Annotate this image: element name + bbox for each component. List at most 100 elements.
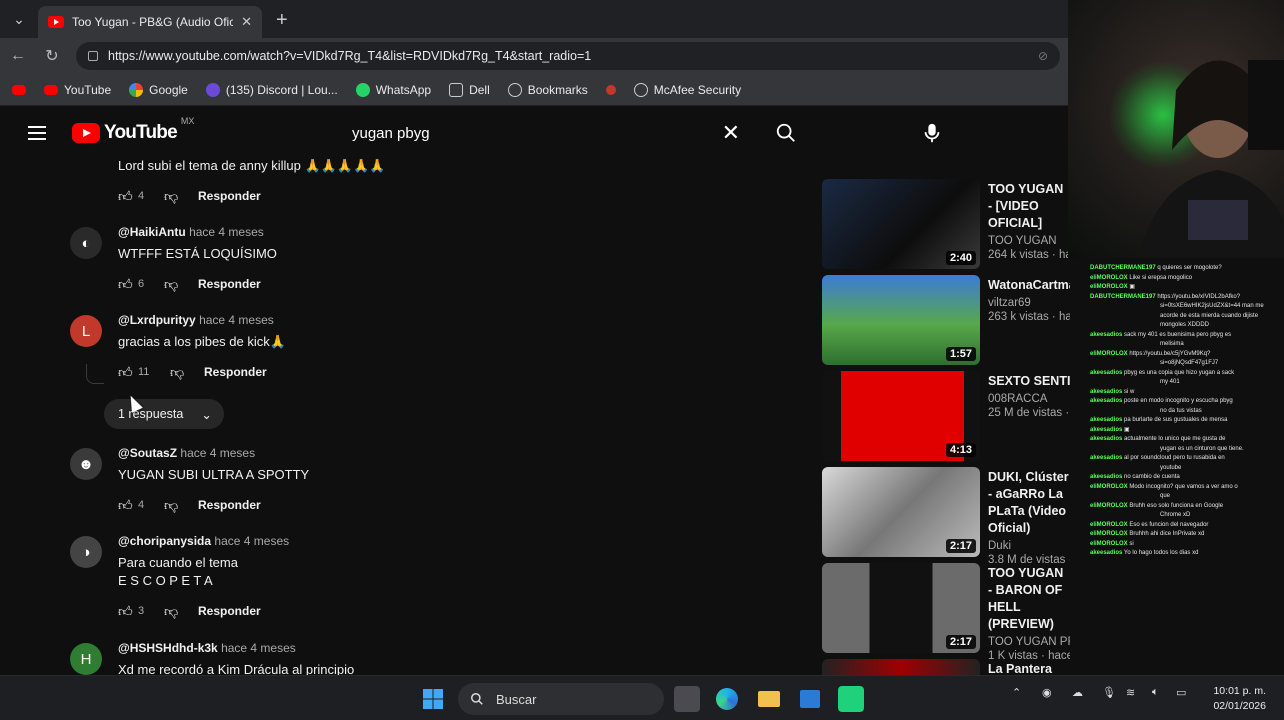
video-channel[interactable]: TOO YUGAN PREVIEW	[988, 636, 1070, 648]
video-channel[interactable]: TOO YUGAN	[988, 235, 1070, 247]
reply-button[interactable]: Responder	[198, 604, 261, 618]
like-icon[interactable]: 👍︎	[118, 603, 138, 620]
bookmark-google[interactable]: Google	[129, 82, 188, 97]
video-item[interactable]: 2:40 TOO YUGAN - [VIDEO OFICIAL] TOO YUG…	[820, 179, 1070, 269]
site-info-icon[interactable]	[88, 51, 98, 61]
comment-author[interactable]: @Lxrdpurityy	[118, 313, 196, 327]
video-title[interactable]: SEXTO SENTIDO - 008RACCA	[988, 373, 1070, 390]
chat-username[interactable]: akeesadios	[1090, 455, 1122, 461]
video-title[interactable]: WatonaCartman	[988, 277, 1070, 294]
video-title[interactable]: TOO YUGAN - BARON OF HELL (PREVIEW)	[988, 565, 1070, 633]
chat-username[interactable]: akeesadios	[1090, 474, 1122, 480]
bookmark-youtube[interactable]: YouTube	[44, 83, 111, 97]
comment-author[interactable]: @HaikiAntu	[118, 225, 186, 239]
back-arrow-icon[interactable]: ←	[8, 47, 28, 65]
avatar[interactable]: ☻	[70, 448, 102, 480]
bookmark-bookmarks[interactable]: Bookmarks	[507, 82, 588, 97]
chat-username[interactable]: eliMOROLOX	[1090, 503, 1128, 509]
url-text[interactable]: https://www.youtube.com/watch?v=VIDkd7Rg…	[108, 49, 1028, 63]
chat-username[interactable]: eliMOROLOX	[1090, 351, 1128, 357]
clear-search-icon[interactable]: ✕	[722, 120, 740, 146]
video-item[interactable]: 2:17 TOO YUGAN - BARON OF HELL (PREVIEW)…	[820, 563, 1070, 662]
chat-username[interactable]: akeesadios	[1090, 389, 1122, 395]
tracking-prevention-icon[interactable]: ⊘	[1038, 49, 1048, 63]
chat-username[interactable]: eliMOROLOX	[1090, 531, 1128, 537]
chat-username[interactable]: akeesadios	[1090, 436, 1122, 442]
video-thumbnail[interactable]: 1:57	[822, 275, 980, 365]
clock[interactable]: 10:01 p. m. 02/01/2026	[1206, 684, 1266, 714]
browser-tab[interactable]: Too Yugan - PB&G (Audio Oficial) ✕	[38, 6, 262, 38]
chat-username[interactable]: akeesadios	[1090, 550, 1122, 556]
app-icon[interactable]	[838, 686, 864, 712]
avatar[interactable]: H	[70, 643, 102, 675]
video-thumbnail[interactable]: 4:13	[822, 371, 980, 461]
avatar[interactable]: ◑	[70, 536, 102, 568]
taskbar-search[interactable]: Buscar	[458, 683, 664, 715]
youtube-logo[interactable]: YouTube MX	[72, 116, 194, 144]
tray-battery-icon[interactable]: ▭	[1176, 686, 1186, 699]
video-item[interactable]: La Pantera	[820, 659, 1070, 675]
url-bar[interactable]: https://www.youtube.com/watch?v=VIDkd7Rg…	[76, 42, 1060, 70]
video-item[interactable]: 4:13 SEXTO SENTIDO - 008RACCA 008RACCA 2…	[820, 371, 1070, 461]
search-button[interactable]	[764, 115, 808, 151]
chat-username[interactable]: akeesadios	[1090, 370, 1122, 376]
edge-browser-icon[interactable]	[714, 686, 740, 712]
comment-author[interactable]: @HSHSHdhd-k3k	[118, 641, 218, 655]
comment-author[interactable]: @choripanysida	[118, 534, 211, 548]
dislike-icon[interactable]: 👎︎	[164, 188, 198, 205]
dislike-icon[interactable]: 👎︎	[170, 364, 204, 381]
avatar[interactable]: L	[70, 315, 102, 347]
comment-time[interactable]: hace 4 meses	[180, 446, 255, 460]
video-thumbnail[interactable]: 2:17	[822, 467, 980, 557]
chat-username[interactable]: DABUTCHERMANE197	[1090, 265, 1156, 271]
tray-volume-icon[interactable]: 🔈︎	[1152, 686, 1159, 699]
chat-username[interactable]: eliMOROLOX	[1090, 522, 1128, 528]
chat-username[interactable]: eliMOROLOX	[1090, 541, 1128, 547]
file-explorer-icon[interactable]	[756, 686, 782, 712]
video-thumbnail[interactable]: 2:40	[822, 179, 980, 269]
reply-button[interactable]: Responder	[198, 277, 261, 291]
tab-list-chevron-icon[interactable]: ⌄	[6, 6, 32, 32]
task-view-icon[interactable]	[674, 686, 700, 712]
reply-button[interactable]: Responder	[198, 498, 261, 512]
bookmark-youtube-icon-only[interactable]	[12, 84, 26, 95]
comment-time[interactable]: hace 4 meses	[221, 641, 296, 655]
store-icon[interactable]	[797, 686, 823, 712]
video-channel[interactable]: 008RACCA	[988, 393, 1070, 405]
chat-username[interactable]: akeesadios	[1090, 417, 1122, 423]
like-icon[interactable]: 👍︎	[118, 276, 138, 293]
new-tab-icon[interactable]: +	[276, 9, 288, 32]
bookmark-extension[interactable]	[605, 84, 616, 95]
video-title[interactable]: DUKI, Clúster - aGaRRo La PLaTa (Video O…	[988, 469, 1070, 537]
avatar[interactable]: ◐	[70, 227, 102, 259]
bookmark-dell[interactable]: Dell	[449, 82, 490, 97]
chat-username[interactable]: akeesadios	[1090, 427, 1122, 433]
video-thumbnail[interactable]: 2:17	[822, 563, 980, 653]
windows-start-icon[interactable]	[420, 686, 446, 712]
video-item[interactable]: 1:57 WatonaCartman viltzar69 263 k vista…	[820, 275, 1070, 365]
video-channel[interactable]: Duki	[988, 540, 1070, 552]
dislike-icon[interactable]: 👎︎	[164, 276, 198, 293]
tray-wifi-icon[interactable]: ≋	[1126, 686, 1135, 699]
dislike-icon[interactable]: 👎︎	[164, 497, 198, 514]
chat-username[interactable]: akeesadios	[1090, 398, 1122, 404]
video-item[interactable]: 2:17 DUKI, Clúster - aGaRRo La PLaTa (Vi…	[820, 467, 1070, 566]
video-title[interactable]: TOO YUGAN - [VIDEO OFICIAL]	[988, 181, 1070, 232]
comment-time[interactable]: hace 4 meses	[189, 225, 264, 239]
like-icon[interactable]: 👍︎	[118, 364, 138, 381]
tray-network-icon[interactable]: ☁	[1072, 686, 1083, 699]
bookmark-whatsapp[interactable]: WhatsApp	[355, 82, 431, 97]
chat-username[interactable]: eliMOROLOX	[1090, 275, 1128, 281]
like-icon[interactable]: 👍︎	[118, 497, 138, 514]
voice-search-button[interactable]	[912, 115, 952, 151]
video-thumbnail[interactable]	[822, 659, 980, 675]
comment-time[interactable]: hace 4 meses	[199, 313, 274, 327]
comment-time[interactable]: hace 4 meses	[214, 534, 289, 548]
search-bar[interactable]: yugan pbyg ✕	[338, 115, 808, 151]
chat-username[interactable]: akeesadios	[1090, 332, 1122, 338]
close-tab-icon[interactable]: ✕	[241, 14, 252, 30]
video-channel[interactable]: viltzar69	[988, 297, 1070, 309]
like-icon[interactable]: 👍︎	[118, 188, 138, 205]
search-input[interactable]: yugan pbyg	[352, 125, 722, 142]
chat-username[interactable]: DABUTCHERMANE197	[1090, 294, 1156, 300]
